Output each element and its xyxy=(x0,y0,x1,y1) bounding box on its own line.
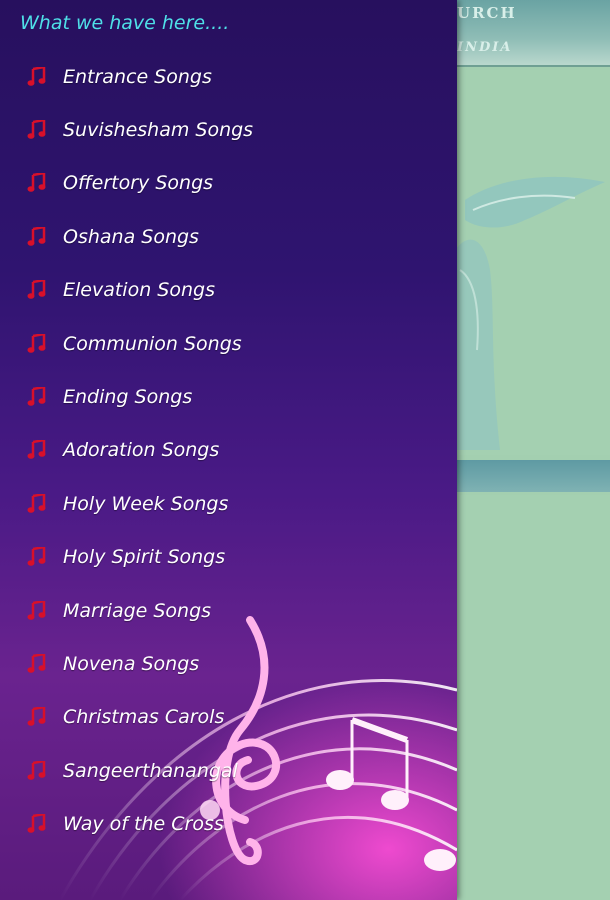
menu-item[interactable]: Ending Songs xyxy=(0,370,457,423)
navigation-drawer: What we have here.... Entrance Songs Suvi… xyxy=(0,0,457,900)
music-note-icon xyxy=(26,546,48,568)
music-note-icon xyxy=(26,66,48,88)
menu-item-label: Holy Spirit Songs xyxy=(63,546,226,569)
music-note-icon xyxy=(26,386,48,408)
menu-item[interactable]: Oshana Songs xyxy=(0,210,457,263)
church-image xyxy=(455,70,610,455)
menu-item[interactable]: Entrance Songs xyxy=(0,50,457,103)
menu-item-label: Entrance Songs xyxy=(63,65,212,88)
menu-item[interactable]: Elevation Songs xyxy=(0,264,457,317)
music-note-icon xyxy=(26,119,48,141)
menu-item-label: Holy Week Songs xyxy=(63,492,229,515)
music-note-icon xyxy=(26,706,48,728)
menu-item-label: Communion Songs xyxy=(63,332,242,355)
menu-item-label: Way of the Cross xyxy=(63,813,224,836)
menu-item-label: Ending Songs xyxy=(63,386,193,409)
menu-item[interactable]: Adoration Songs xyxy=(0,424,457,477)
music-note-icon xyxy=(26,172,48,194)
music-note-icon xyxy=(26,653,48,675)
music-note-icon xyxy=(26,813,48,835)
content-area xyxy=(455,495,610,900)
music-note-icon xyxy=(26,600,48,622)
menu-item-label: Oshana Songs xyxy=(63,225,199,248)
menu-item-label: Sangeerthanangal xyxy=(63,759,238,782)
menu-item-label: Offertory Songs xyxy=(63,172,214,195)
music-note-icon xyxy=(26,760,48,782)
menu-item[interactable]: Holy Spirit Songs xyxy=(0,531,457,584)
menu-item[interactable]: Novena Songs xyxy=(0,637,457,690)
drawer-header: What we have here.... xyxy=(20,12,230,34)
church-banner: URCH INDIA xyxy=(455,0,610,67)
menu-item[interactable]: Way of the Cross xyxy=(0,797,457,850)
divider-strip xyxy=(455,460,610,492)
banner-line1: URCH xyxy=(457,4,517,22)
song-category-list: Entrance Songs Suvishesham Songs Offertory… xyxy=(0,50,457,851)
menu-item-label: Adoration Songs xyxy=(63,439,220,462)
menu-item-label: Christmas Carols xyxy=(63,706,225,729)
music-note-icon xyxy=(26,439,48,461)
music-note-icon xyxy=(26,493,48,515)
banner-line2: INDIA xyxy=(457,40,513,55)
menu-item-label: Novena Songs xyxy=(63,652,200,675)
menu-item[interactable]: Christmas Carols xyxy=(0,691,457,744)
music-note-icon xyxy=(26,333,48,355)
menu-item[interactable]: Marriage Songs xyxy=(0,584,457,637)
music-note-icon xyxy=(26,279,48,301)
music-note-icon xyxy=(26,226,48,248)
menu-item-label: Suvishesham Songs xyxy=(63,119,254,142)
menu-item[interactable]: Suvishesham Songs xyxy=(0,103,457,156)
menu-item-label: Elevation Songs xyxy=(63,279,215,302)
menu-item[interactable]: Communion Songs xyxy=(0,317,457,370)
menu-item[interactable]: Sangeerthanangal xyxy=(0,744,457,797)
menu-item[interactable]: Offertory Songs xyxy=(0,157,457,210)
menu-item[interactable]: Holy Week Songs xyxy=(0,477,457,530)
menu-item-label: Marriage Songs xyxy=(63,599,212,622)
